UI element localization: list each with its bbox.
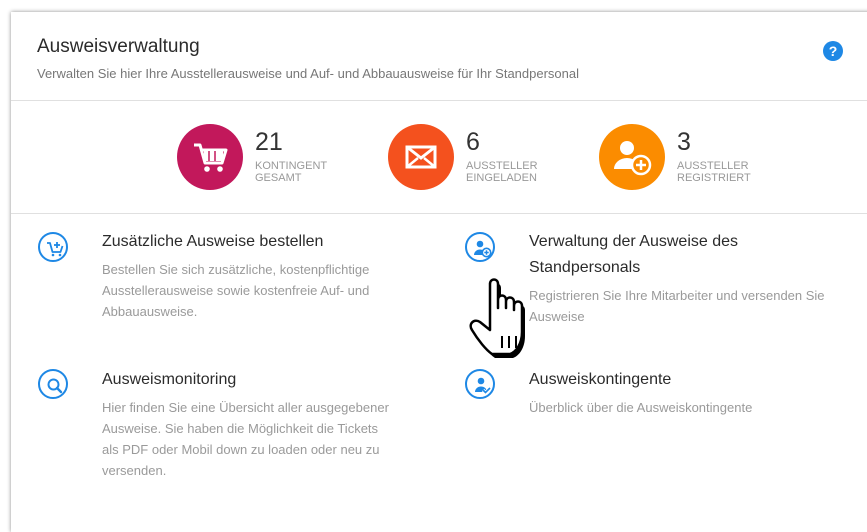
item-title[interactable]: Verwaltung der Ausweise des Standpersona… (529, 229, 738, 281)
order-badges-item[interactable]: Zusätzliche Ausweise bestellen Bestellen… (38, 232, 428, 332)
page-subtitle: Verwalten Sie hier Ihre Ausstellerauswei… (37, 66, 580, 81)
stat-label-line2: REGISTRIERT (677, 172, 751, 184)
item-description-line: Registrieren Sie Ihre Mitarbeiter und ve… (529, 288, 825, 303)
page-title: Ausweisverwaltung (37, 36, 200, 57)
cart-icon (177, 124, 243, 190)
stat-value: 21 (255, 128, 283, 156)
item-description-line: Ausstellerausweise sowie kostenfreie Auf… (102, 283, 370, 298)
user-check-icon (465, 369, 495, 399)
item-description-line: Abbauausweise. (102, 304, 198, 319)
badge-management-panel: Ausweisverwaltung Verwalten Sie hier Ihr… (11, 12, 867, 532)
item-description-line: Ausweise. Sie haben die Möglichkeit die … (102, 421, 379, 436)
item-title-line[interactable]: Standpersonals (529, 255, 738, 281)
hand-pointer-icon (466, 274, 546, 371)
cart-add-icon (38, 232, 68, 262)
item-description-line: als PDF oder Mobil down zu loaden oder n… (102, 442, 380, 457)
user-add-icon (599, 124, 665, 190)
stat-label: KONTINGENT GESAMT (255, 160, 365, 184)
item-title-line[interactable]: Verwaltung der Ausweise des (529, 229, 738, 255)
help-icon[interactable]: ? (823, 41, 843, 61)
stat-label-line1: KONTINGENT (255, 160, 328, 172)
item-description-line: Überblick über die Ausweiskontingente (529, 400, 753, 415)
item-title[interactable]: Ausweismonitoring (102, 367, 236, 393)
stat-label-line2: GESAMT (255, 172, 302, 184)
item-description-line: Ausweise (529, 309, 585, 324)
item-description-line: Bestellen Sie sich zusätzliche, kostenpf… (102, 262, 370, 277)
panel-header: Ausweisverwaltung Verwalten Sie hier Ihr… (11, 12, 867, 101)
stat-label-line1: AUSSTELLER (677, 160, 749, 172)
stat-label-line2: EINGELADEN (466, 172, 537, 184)
item-title[interactable]: Ausweiskontingente (529, 367, 671, 393)
item-description: Bestellen Sie sich zusätzliche, kostenpf… (102, 259, 369, 322)
stat-label: AUSSTELLER REGISTRIERT (677, 160, 787, 184)
stat-value: 3 (677, 128, 691, 156)
item-description: Überblick über die Ausweiskontingente (529, 397, 752, 418)
badge-monitoring-item[interactable]: Ausweismonitoring Hier finden Sie eine Ü… (38, 369, 428, 479)
stat-value: 6 (466, 128, 480, 156)
envelope-icon (388, 124, 454, 190)
stats-bar: 21 KONTINGENT GESAMT 6 AUSSTELLER EINGELAD… (11, 101, 867, 214)
user-add-icon (465, 232, 495, 262)
search-icon (38, 369, 68, 399)
item-title[interactable]: Zusätzliche Ausweise bestellen (102, 229, 323, 255)
stat-label-line1: AUSSTELLER (466, 160, 538, 172)
badge-quota-item[interactable]: Ausweiskontingente Überblick über die Au… (465, 369, 865, 429)
item-description-line: Hier finden Sie eine Übersicht aller aus… (102, 400, 389, 415)
stat-label: AUSSTELLER EINGELADEN (466, 160, 576, 184)
item-description: Registrieren Sie Ihre Mitarbeiter und ve… (529, 285, 825, 327)
item-description: Hier finden Sie eine Übersicht aller aus… (102, 397, 389, 481)
item-description-line: versenden. (102, 463, 167, 478)
